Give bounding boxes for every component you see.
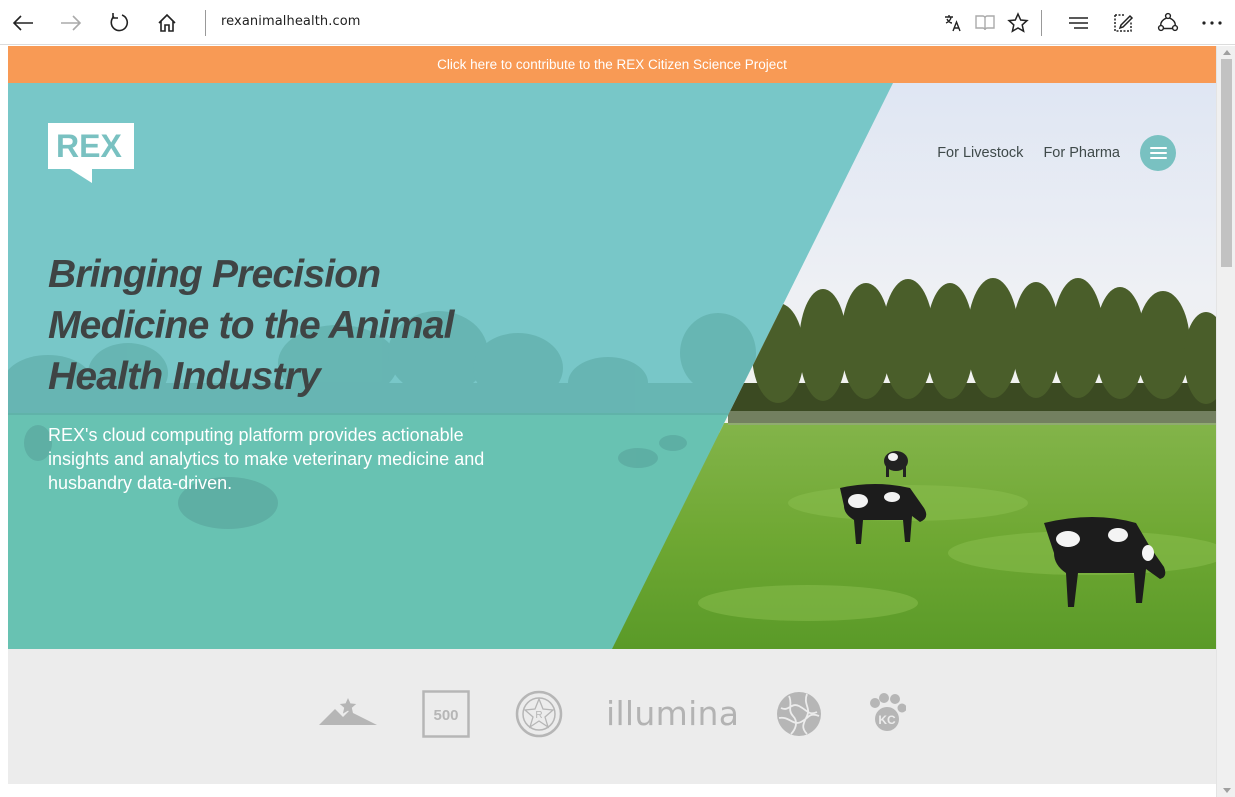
r-seal-text: R (535, 710, 542, 721)
home-icon[interactable] (152, 8, 182, 38)
more-icon[interactable] (1197, 8, 1227, 38)
r-seal-logo: R (515, 690, 563, 738)
500-logo-text: 500 (433, 707, 458, 724)
toolbar-separator (1041, 10, 1042, 36)
page-viewport: Click here to contribute to the REX Citi… (8, 46, 1216, 797)
nav-for-livestock[interactable]: For Livestock (937, 145, 1023, 161)
share-icon[interactable] (1153, 8, 1183, 38)
hero-headline: Bringing Precision Medicine to the Anima… (48, 249, 548, 402)
kc-paw-logo: KC (868, 693, 906, 733)
page-content-below (8, 784, 1216, 797)
nav-for-pharma[interactable]: For Pharma (1043, 145, 1120, 161)
partner-logos: 500 R illumina KC (8, 649, 1216, 784)
kc-text: KC (878, 713, 896, 727)
favorite-star-icon[interactable] (1003, 8, 1033, 38)
vertical-scrollbar[interactable] (1216, 46, 1235, 797)
hub-icon[interactable] (1064, 8, 1094, 38)
scrollbar-thumb[interactable] (1221, 59, 1232, 267)
toolbar-separator (205, 10, 206, 36)
banner-link[interactable]: Click here to contribute to the REX Citi… (437, 57, 787, 72)
headline-line: Health Industry (48, 355, 321, 398)
refresh-icon[interactable] (104, 8, 134, 38)
address-bar[interactable]: rexanimalhealth.com (221, 14, 361, 29)
hero-subtext: REX's cloud computing platform provides … (48, 425, 485, 493)
web-note-icon[interactable] (1108, 8, 1138, 38)
headline-line: Medicine to the Animal (48, 304, 454, 347)
globe-logo (775, 690, 823, 738)
scroll-up-icon[interactable] (1223, 50, 1231, 55)
logo-text: REX (56, 128, 122, 164)
headline-line: Bringing Precision (48, 253, 381, 296)
scroll-down-icon[interactable] (1223, 788, 1231, 793)
rex-logo[interactable]: REX (48, 123, 136, 185)
forward-arrow-icon[interactable] (56, 8, 86, 38)
hamburger-icon[interactable] (1140, 135, 1176, 171)
translate-icon[interactable] (938, 8, 968, 38)
illumina-logo: illumina (606, 694, 740, 733)
browser-toolbar: rexanimalhealth.com (0, 0, 1235, 45)
hero-section: REX For Livestock For Pharma Bringing Pr… (8, 83, 1216, 649)
500-logo: 500 (422, 690, 470, 738)
reading-view-icon[interactable] (970, 8, 1000, 38)
citizen-science-banner[interactable]: Click here to contribute to the REX Citi… (8, 46, 1216, 83)
main-nav: For Livestock For Pharma (937, 135, 1176, 171)
back-arrow-icon[interactable] (8, 8, 38, 38)
mountain-star-logo (319, 697, 377, 727)
